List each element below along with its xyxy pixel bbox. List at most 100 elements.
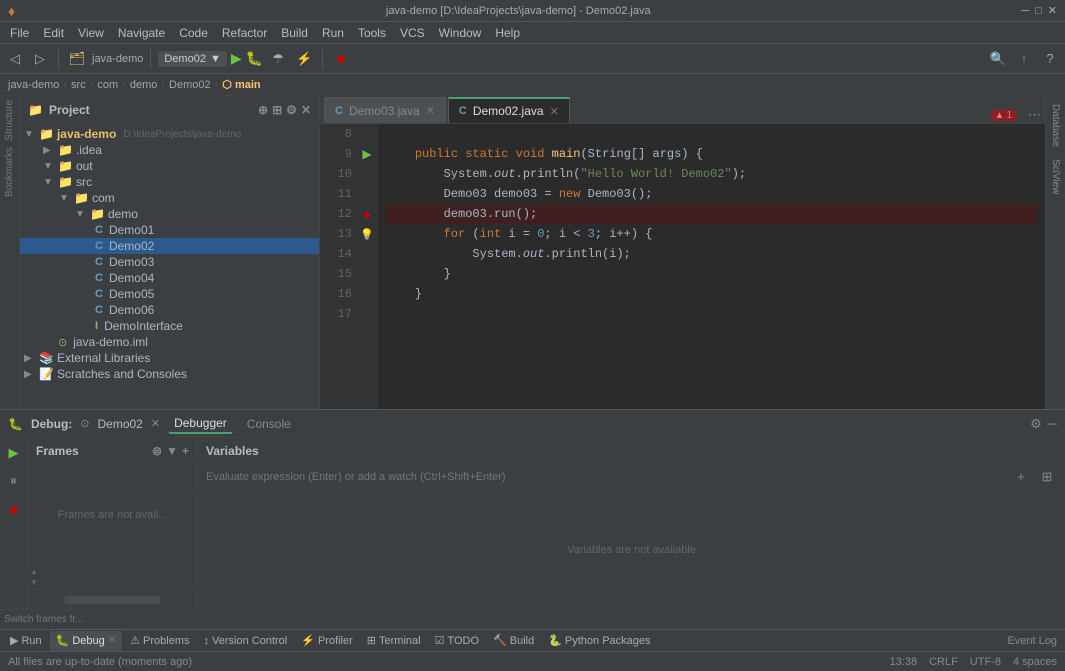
menu-tools[interactable]: Tools bbox=[352, 24, 392, 42]
status-position[interactable]: 13:38 bbox=[890, 656, 918, 668]
run-config-selector[interactable]: Demo02 ▼ bbox=[158, 51, 226, 67]
tree-demo04[interactable]: C Demo04 bbox=[20, 270, 319, 286]
menu-edit[interactable]: Edit bbox=[37, 24, 70, 42]
tab-todo[interactable]: ☑ TODO bbox=[429, 631, 485, 651]
bookmarks-icon[interactable]: Bookmarks bbox=[4, 147, 15, 197]
tree-iml[interactable]: ▶ ⊙ java-demo.iml bbox=[20, 334, 319, 350]
menu-navigate[interactable]: Navigate bbox=[112, 24, 171, 42]
frames-scrollbar[interactable] bbox=[64, 596, 161, 604]
event-log-label[interactable]: Event Log bbox=[1007, 635, 1057, 647]
scroll-down[interactable]: ▼ bbox=[30, 578, 34, 587]
menu-help[interactable]: Help bbox=[489, 24, 526, 42]
stop-btn[interactable]: ■ bbox=[330, 48, 352, 70]
breakpoint-12[interactable]: ● bbox=[363, 206, 371, 222]
run-arrow-9[interactable]: ▶ bbox=[362, 147, 371, 161]
tab-vcs[interactable]: ↕ Version Control bbox=[198, 631, 294, 651]
menu-window[interactable]: Window bbox=[433, 24, 488, 42]
search-btn[interactable]: 🔍 bbox=[987, 48, 1009, 70]
menu-run[interactable]: Run bbox=[316, 24, 350, 42]
tab-debug[interactable]: 🐛 Debug ✕ bbox=[50, 631, 123, 651]
status-charset[interactable]: UTF-8 bbox=[970, 656, 1001, 668]
pause-btn[interactable]: ⏸ bbox=[3, 470, 25, 492]
frames-add-btn[interactable]: + bbox=[182, 444, 189, 458]
stop-debug-btn[interactable]: ■ bbox=[3, 498, 25, 520]
tree-demo06[interactable]: C Demo06 bbox=[20, 302, 319, 318]
structure-icon[interactable]: Structure bbox=[4, 100, 15, 141]
profile-btn[interactable]: ⚡ bbox=[293, 48, 315, 70]
gutter-12[interactable]: ● bbox=[356, 204, 378, 224]
tree-src[interactable]: ▼ 📁 src bbox=[20, 174, 319, 190]
tab-terminal[interactable]: ⊞ Terminal bbox=[361, 631, 427, 651]
debug-tab-close[interactable]: ✕ bbox=[151, 417, 160, 430]
maximize-btn[interactable]: □ bbox=[1035, 5, 1042, 17]
tab-demo03[interactable]: C Demo03.java ✕ bbox=[324, 97, 446, 123]
debug-minimize-btn[interactable]: ─ bbox=[1048, 416, 1057, 432]
tree-out[interactable]: ▼ 📁 out bbox=[20, 158, 319, 174]
tree-idea[interactable]: ▶ 📁 .idea bbox=[20, 142, 319, 158]
var-add-btn[interactable]: + bbox=[1011, 467, 1031, 487]
breadcrumb-demo[interactable]: demo bbox=[130, 79, 158, 91]
frames-filter-btn[interactable]: ⊜ bbox=[152, 444, 162, 458]
tree-scratches[interactable]: ▶ 📝 Scratches and Consoles bbox=[20, 366, 319, 382]
tree-demo01[interactable]: C Demo01 bbox=[20, 222, 319, 238]
tab-demo03-close[interactable]: ✕ bbox=[426, 104, 435, 117]
forward-btn[interactable]: ▷ bbox=[29, 48, 51, 70]
tab-build[interactable]: 🔨 Build bbox=[487, 631, 540, 651]
resume-btn[interactable]: ▶ bbox=[3, 442, 25, 464]
tabs-more-btn[interactable]: ⋯ bbox=[1028, 107, 1041, 123]
close-btn[interactable]: ✕ bbox=[1048, 4, 1057, 17]
debug-tab-bottom-close[interactable]: ✕ bbox=[108, 635, 116, 646]
code-content[interactable]: public static void main(String[] args) {… bbox=[378, 124, 1045, 409]
menu-code[interactable]: Code bbox=[173, 24, 214, 42]
tab-problems[interactable]: ⚠ Problems bbox=[124, 631, 195, 651]
tree-extlibs[interactable]: ▶ 📚 External Libraries bbox=[20, 350, 319, 366]
tree-demo05[interactable]: C Demo05 bbox=[20, 286, 319, 302]
breadcrumb-class[interactable]: Demo02 bbox=[169, 79, 211, 91]
minimize-btn[interactable]: ─ bbox=[1021, 5, 1029, 17]
lightbulb-13[interactable]: 💡 bbox=[360, 228, 374, 241]
switch-frames-label[interactable]: Switch frames fr... bbox=[4, 614, 83, 625]
evaluate-expression-input[interactable] bbox=[206, 471, 1005, 483]
tree-com[interactable]: ▼ 📁 com bbox=[20, 190, 319, 206]
breadcrumb-project[interactable]: java-demo bbox=[8, 79, 59, 91]
frames-down-btn[interactable]: ▼ bbox=[166, 444, 178, 458]
panel-sync-btn[interactable]: ⊞ bbox=[272, 103, 282, 117]
menu-vcs[interactable]: VCS bbox=[394, 24, 431, 42]
menu-file[interactable]: File bbox=[4, 24, 35, 42]
var-expand-btn[interactable]: ⊞ bbox=[1037, 467, 1057, 487]
sidebar-database[interactable]: Database bbox=[1048, 100, 1063, 151]
back-btn[interactable]: ◁ bbox=[4, 48, 26, 70]
menu-build[interactable]: Build bbox=[275, 24, 314, 42]
panel-settings-btn[interactable]: ⚙ bbox=[286, 103, 297, 117]
debug-tab-debugger[interactable]: Debugger bbox=[168, 414, 233, 434]
debug-tab-console[interactable]: Console bbox=[241, 415, 297, 433]
panel-close-btn[interactable]: ✕ bbox=[301, 103, 311, 117]
panel-add-btn[interactable]: ⊕ bbox=[258, 103, 268, 117]
scroll-up[interactable]: ▲ bbox=[30, 567, 34, 576]
breadcrumb-method[interactable]: ⬡ main bbox=[222, 78, 260, 91]
tree-demo03[interactable]: C Demo03 bbox=[20, 254, 319, 270]
tab-run[interactable]: ▶ Run bbox=[4, 631, 48, 651]
tab-demo02[interactable]: C Demo02.java ✕ bbox=[448, 97, 570, 123]
tree-demointerface[interactable]: I DemoInterface bbox=[20, 318, 319, 334]
run-button[interactable]: ▶ bbox=[231, 50, 242, 67]
gutter-9[interactable]: ▶ bbox=[356, 144, 378, 164]
update-btn[interactable]: ↑ bbox=[1013, 48, 1035, 70]
status-encoding[interactable]: CRLF bbox=[929, 656, 958, 668]
tab-python[interactable]: 🐍 Python Packages bbox=[542, 631, 656, 651]
breadcrumb-src[interactable]: src bbox=[71, 79, 86, 91]
tree-demo02[interactable]: C Demo02 bbox=[20, 238, 319, 254]
debug-settings-btn[interactable]: ⚙ bbox=[1030, 416, 1042, 432]
debug-button[interactable]: 🐛 bbox=[246, 50, 263, 67]
project-icon[interactable]: 🗂 bbox=[66, 48, 88, 70]
sidebar-sciview[interactable]: SciView bbox=[1048, 155, 1063, 198]
tree-root[interactable]: ▼ 📁 java-demo D:\IdeaProjects\java-demo bbox=[20, 126, 319, 142]
menu-view[interactable]: View bbox=[72, 24, 110, 42]
coverage-btn[interactable]: ☂ bbox=[267, 48, 289, 70]
help-btn[interactable]: ? bbox=[1039, 48, 1061, 70]
tab-profiler[interactable]: ⚡ Profiler bbox=[295, 631, 359, 651]
menu-refactor[interactable]: Refactor bbox=[216, 24, 273, 42]
tree-demo[interactable]: ▼ 📁 demo bbox=[20, 206, 319, 222]
breadcrumb-com[interactable]: com bbox=[97, 79, 118, 91]
tab-demo02-close[interactable]: ✕ bbox=[550, 105, 559, 118]
